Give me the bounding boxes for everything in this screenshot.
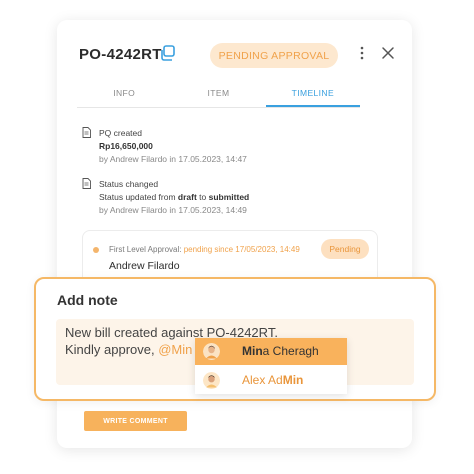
status-from: draft (177, 192, 197, 202)
approval-label: First Level Approval: pending since 17/0… (109, 245, 300, 254)
mention-option-name: Alex AdMin (242, 373, 304, 387)
pending-badge: Pending (321, 239, 369, 259)
status-dot (93, 247, 99, 253)
mention-option[interactable]: Alex AdMin (195, 367, 347, 394)
document-icon (82, 178, 91, 189)
copy-icon[interactable] (159, 45, 175, 61)
mention-option-name: Mina Cheragh (242, 344, 319, 358)
more-vertical-icon[interactable] (358, 46, 366, 60)
timeline-amount: Rp16,650,000 (99, 141, 153, 151)
status-badge: PENDING APPROVAL (210, 43, 338, 68)
tab-timeline[interactable]: TIMELINE (265, 84, 360, 107)
avatar (203, 372, 220, 389)
close-icon[interactable] (381, 46, 395, 60)
document-icon (82, 127, 91, 138)
write-comment-button[interactable]: WRITE COMMENT (84, 411, 187, 431)
timeline-meta: by Andrew Filardo in 17.05.2023, 14:47 (99, 154, 247, 164)
timeline-title: Status changed (99, 179, 159, 189)
tab-info[interactable]: INFO (77, 84, 171, 107)
timeline-meta: by Andrew Filardo in 17.05.2023, 14:49 (99, 205, 247, 215)
avatar (203, 343, 220, 360)
mention-token: @Min (158, 342, 193, 357)
tab-item[interactable]: ITEM (171, 84, 265, 107)
note-title: Add note (57, 292, 118, 308)
mention-option[interactable]: Mina Cheragh (195, 338, 347, 365)
timeline-description: Status updated from draft to submitted (99, 192, 250, 202)
timeline-title: PQ created (99, 128, 142, 138)
po-title: PO-4242RT (79, 46, 162, 63)
mention-suggestions: Mina Cheragh Alex AdMin (195, 338, 347, 394)
approver-name: Andrew Filardo (109, 260, 180, 272)
tab-bar: INFO ITEM TIMELINE (77, 84, 360, 108)
status-to: submitted (208, 192, 250, 202)
